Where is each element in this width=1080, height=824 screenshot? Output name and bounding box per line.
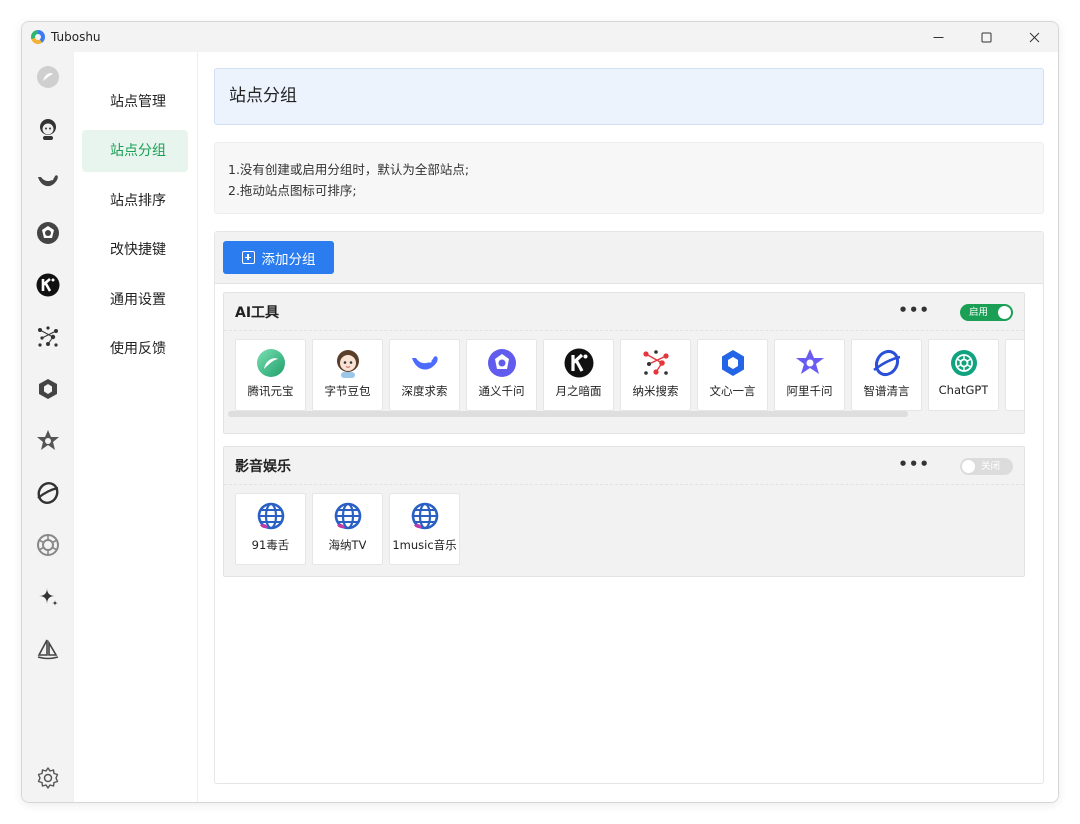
group-name: 影音娱乐	[235, 458, 291, 475]
page-title: 站点分组	[214, 68, 1044, 125]
add-icon	[241, 251, 255, 264]
menu-site-sort[interactable]: 站点排序	[82, 180, 188, 222]
site-label: 91毒舌	[251, 538, 290, 552]
settings-menu: 站点管理 站点分组 站点排序 改快捷键 通用设置 使用反馈	[74, 52, 198, 802]
site-label: 通义千问	[478, 384, 525, 398]
kimi-icon	[563, 347, 595, 379]
window-controls	[914, 22, 1058, 52]
menu-general-settings[interactable]: 通用设置	[82, 279, 188, 321]
tongyi-icon	[486, 347, 518, 379]
app-logo-icon	[31, 30, 45, 44]
site-label: 海纳TV	[328, 538, 367, 552]
site-tile[interactable]: 1music音乐	[389, 493, 460, 565]
rail-qianwen-icon[interactable]	[35, 428, 61, 454]
rail-chatgpt-icon[interactable]	[35, 532, 61, 558]
site-tile[interactable]: 91毒舌	[235, 493, 306, 565]
site-tile[interactable]: 阿里千问	[774, 339, 845, 411]
maximize-button[interactable]	[962, 22, 1010, 52]
menu-site-manage[interactable]: 站点管理	[82, 81, 188, 123]
yuanbao-icon	[255, 347, 287, 379]
site-list: 腾讯元宝 字节豆包 深度求索 通义千问 月之暗面 纳米搜索 文心一言 阿里千问 …	[224, 331, 1024, 421]
site-tile[interactable]: ChatGPT	[928, 339, 999, 411]
nami-icon	[640, 347, 672, 379]
site-label: 字节豆包	[324, 384, 371, 398]
rail-midjourney-icon[interactable]	[35, 636, 61, 662]
rail-gemini-icon[interactable]	[35, 584, 61, 610]
minimize-button[interactable]	[914, 22, 962, 52]
globe-icon	[332, 501, 364, 533]
chatgpt-icon	[948, 347, 980, 379]
site-label: 纳米搜索	[632, 384, 679, 398]
close-icon	[1029, 32, 1039, 42]
site-tile[interactable]: 文心一言	[697, 339, 768, 411]
site-label: 月之暗面	[555, 384, 602, 398]
rail-kimi-icon[interactable]	[35, 272, 61, 298]
rail-deepseek-icon[interactable]	[35, 168, 61, 194]
group-enable-toggle[interactable]: 启用	[960, 304, 1013, 321]
rail-doubao-icon[interactable]	[35, 116, 61, 142]
main-content: 站点分组 1.没有创建或启用分组时，默认为全部站点; 2.拖动站点图标可排序; …	[198, 52, 1058, 802]
menu-feedback[interactable]: 使用反馈	[82, 328, 188, 370]
app-window: Tuboshu 站点管理 站点分组 站点排序 改快捷键 通用设置 使用反馈 站点…	[21, 21, 1059, 803]
close-button[interactable]	[1010, 22, 1058, 52]
group-name: AI工具	[235, 304, 280, 321]
site-tile[interactable]: 月之暗面	[543, 339, 614, 411]
site-label: 阿里千问	[786, 384, 833, 398]
qianwen-icon	[794, 347, 826, 379]
menu-shortcut[interactable]: 改快捷键	[82, 229, 188, 271]
site-tile[interactable]: 字节豆包	[312, 339, 383, 411]
site-label: 智谱清言	[863, 384, 910, 398]
site-tile[interactable]: 海纳TV	[312, 493, 383, 565]
site-label: 1music音乐	[392, 538, 457, 552]
more-icon[interactable]: •••	[898, 457, 930, 472]
group-card: AI工具 ••• 启用 腾讯元宝 字节豆包 深度求索 通义千问 月之暗面 纳米搜…	[223, 292, 1025, 434]
site-list: 91毒舌 海纳TV 1music音乐	[224, 485, 1024, 575]
menu-site-group[interactable]: 站点分组	[82, 130, 188, 172]
doubao-icon	[332, 347, 364, 379]
site-icon-rail	[22, 52, 74, 802]
settings-gear-icon[interactable]	[35, 765, 61, 791]
site-tile[interactable]: 腾讯元宝	[235, 339, 306, 411]
site-label: 腾讯元宝	[247, 384, 294, 398]
deepseek-icon	[409, 347, 441, 379]
note-line: 1.没有创建或启用分组时，默认为全部站点;	[228, 162, 470, 177]
group-card: 影音娱乐 ••• 关闭 91毒舌 海纳TV 1music音乐	[223, 446, 1025, 577]
wenxin-icon	[717, 347, 749, 379]
rail-zhipu-icon[interactable]	[35, 480, 61, 506]
site-tile[interactable]: 深度求索	[389, 339, 460, 411]
group-enable-toggle[interactable]: 关闭	[960, 458, 1013, 475]
notes-box: 1.没有创建或启用分组时，默认为全部站点; 2.拖动站点图标可排序;	[214, 142, 1044, 214]
site-tile[interactable]: 通义千问	[466, 339, 537, 411]
globe-icon	[255, 501, 287, 533]
site-label: 文心一言	[709, 384, 756, 398]
site-tile[interactable]: G	[1005, 339, 1024, 411]
title-bar[interactable]: Tuboshu	[22, 22, 1058, 52]
group-panel: 添加分组 AI工具 ••• 启用 腾讯元宝 字节豆包 深度求索 通义千问 月之暗…	[214, 231, 1044, 784]
site-label: 深度求索	[401, 384, 448, 398]
site-tile[interactable]: 纳米搜索	[620, 339, 691, 411]
group-header: 影音娱乐 ••• 关闭	[224, 447, 1024, 485]
horizontal-scrollbar[interactable]	[228, 411, 908, 417]
minimize-icon	[933, 36, 943, 38]
rail-nami-icon[interactable]	[35, 324, 61, 350]
site-tile[interactable]: 智谱清言	[851, 339, 922, 411]
zhipu-icon	[871, 347, 903, 379]
add-group-button[interactable]: 添加分组	[223, 241, 334, 274]
globe-icon	[409, 501, 441, 533]
maximize-icon	[981, 32, 991, 42]
panel-toolbar: 添加分组	[215, 232, 1043, 284]
app-title: Tuboshu	[51, 30, 101, 44]
note-line: 2.拖动站点图标可排序;	[228, 183, 357, 198]
more-icon[interactable]: •••	[898, 303, 930, 318]
rail-tongyi-icon[interactable]	[35, 220, 61, 246]
rail-wenxin-icon[interactable]	[35, 376, 61, 402]
group-header: AI工具 ••• 启用	[224, 293, 1024, 331]
rail-yuanbao-icon[interactable]	[35, 64, 61, 90]
add-group-label: 添加分组	[261, 251, 316, 268]
site-label: ChatGPT	[938, 383, 989, 397]
